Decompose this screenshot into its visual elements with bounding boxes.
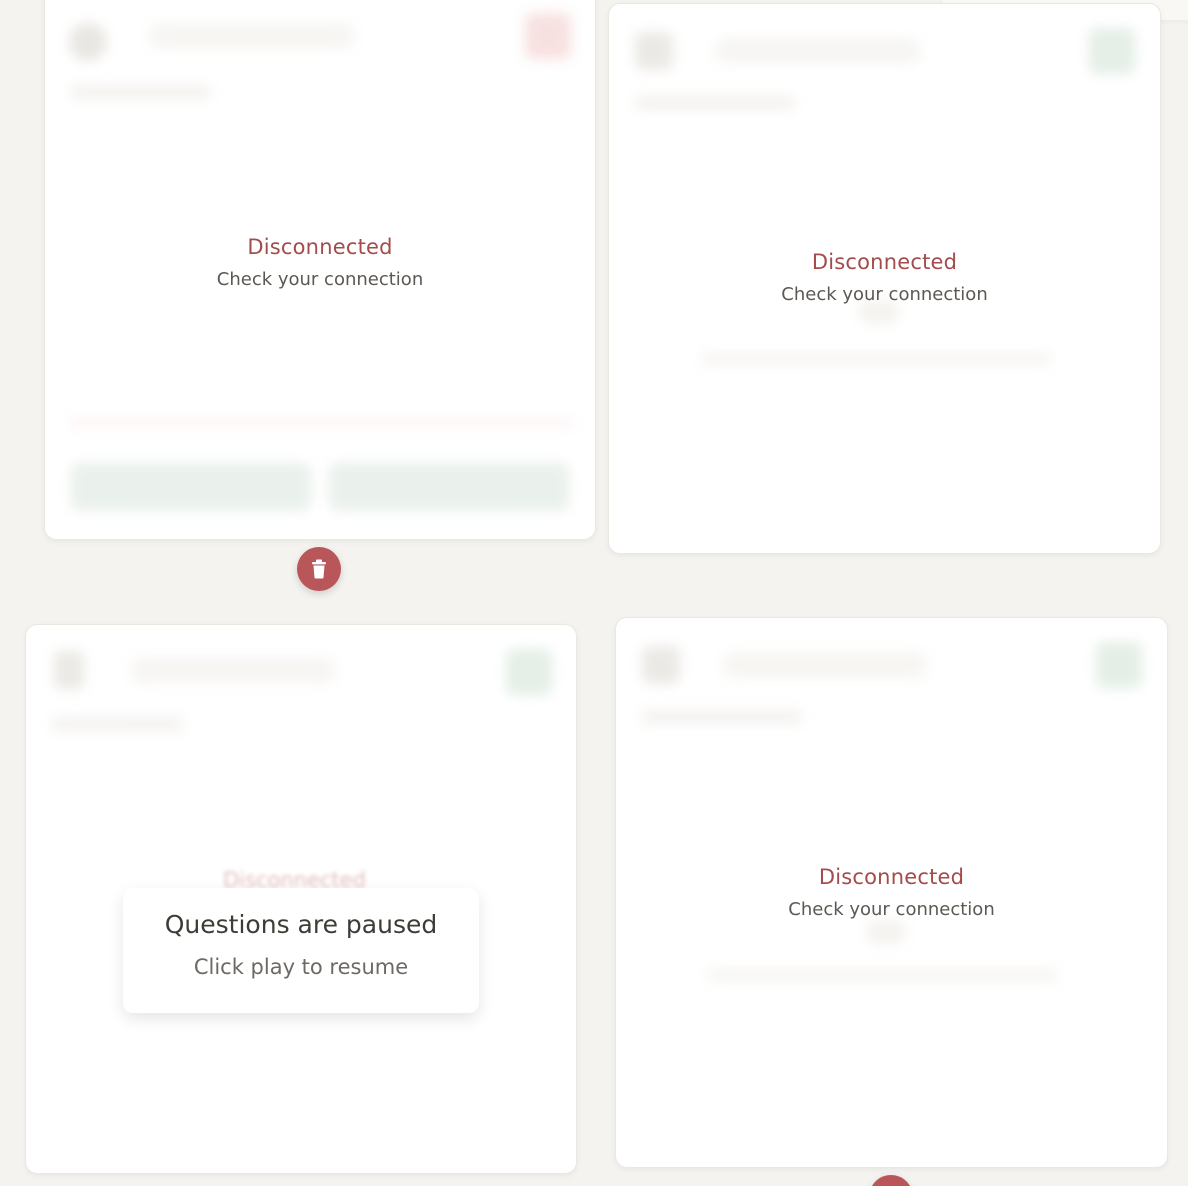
play-button[interactable] [506,649,552,695]
progress-line [69,421,573,424]
question-card-1: Disconnected Check your connection [44,0,596,540]
stop-button[interactable] [525,13,571,59]
card-subtitle [642,710,802,724]
card-type-icon [642,646,680,684]
status-title: Disconnected [247,235,393,259]
paused-popup: Questions are paused Click play to resum… [123,888,479,1013]
trash-icon [312,559,326,579]
status-subtitle: Check your connection [781,284,988,305]
delete-button[interactable] [869,1175,913,1186]
play-button[interactable] [1089,28,1135,74]
card-tag-pill [722,652,928,678]
question-card-4: Disconnected Check your connection [615,617,1168,1168]
card-subtitle [52,717,182,731]
delete-button[interactable] [297,547,341,591]
connection-status: Disconnected Check your connection [616,865,1167,920]
card-type-icon [69,23,107,61]
status-title: Disconnected [818,865,965,889]
status-subtitle: Check your connection [216,269,424,290]
play-button[interactable] [1096,642,1142,688]
status-title-ghost: Disconnected [223,868,366,892]
paused-subtitle: Click play to resume [193,955,409,979]
card-type-icon [635,32,673,70]
card-subtitle [635,96,795,110]
card-tag-pill [149,23,355,49]
connection-status: Disconnected Check your connection [45,235,595,290]
card-subtitle [71,85,211,99]
waiting-text [708,968,1058,982]
connection-status: Disconnected Check your connection [609,250,1160,305]
waiting-text [701,352,1051,366]
action-button-right[interactable] [329,463,569,511]
paused-title: Questions are paused [164,910,438,939]
card-tag-pill [715,38,921,64]
status-title: Disconnected [811,250,958,274]
card-type-icon [54,651,84,689]
status-subtitle: Check your connection [788,899,995,920]
action-button-left[interactable] [71,463,311,511]
question-card-2: Disconnected Check your connection [608,3,1161,554]
loading-indicator [866,920,906,944]
card-tag-pill [130,657,336,683]
